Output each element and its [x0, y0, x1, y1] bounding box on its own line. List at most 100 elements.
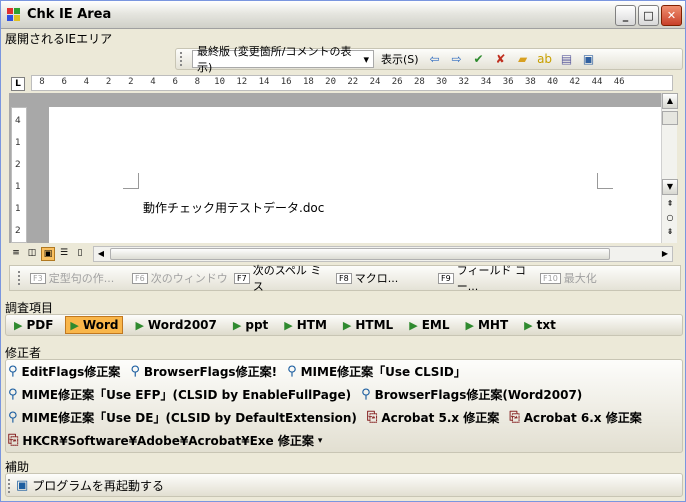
normal-view-icon[interactable]: ≡ — [9, 247, 23, 261]
app-icon — [7, 7, 21, 22]
fixer-button[interactable]: ⚲ MIME修正案「Use DE」(CLSID by DefaultExtensi… — [8, 409, 357, 426]
format-tab-pdf[interactable]: ▶ PDF — [10, 317, 57, 333]
window-icon[interactable]: ▣ — [580, 50, 598, 68]
fixer-button[interactable]: ⚲ MIME修正案「Use EFP」(CLSID by EnableFullPag… — [8, 386, 351, 403]
ruler-tick: 44 — [591, 77, 603, 87]
fkey-button[interactable]: F10 最大化 — [540, 270, 638, 286]
magnifier-icon: ⚲ — [287, 364, 297, 379]
hscroll-thumb[interactable] — [110, 248, 610, 260]
magnifier-icon: ⚲ — [8, 410, 18, 425]
vruler-tick: 1 — [15, 204, 21, 214]
fixer-label: MIME修正案「Use CLSID」 — [300, 365, 466, 379]
fixer-button[interactable]: ⎘ Acrobat 6.x 修正案 — [509, 409, 641, 426]
fixer-button[interactable]: ⚲ EditFlags修正案 — [8, 363, 120, 380]
print-layout-icon[interactable]: ▣ — [41, 247, 55, 261]
reading-layout-icon[interactable]: ▯ — [73, 247, 87, 261]
next-change-icon[interactable]: ⇨ — [448, 50, 466, 68]
accept-change-icon[interactable]: ✔ — [470, 50, 488, 68]
fkey-badge: F6 — [132, 272, 148, 284]
format-tab-label: HTML — [355, 318, 394, 332]
highlight-icon[interactable]: ab — [536, 50, 554, 68]
fkey-button[interactable]: F7 次のスペル ミス — [234, 262, 332, 294]
ruler-tick: 20 — [325, 77, 337, 87]
magnifier-icon: ⚲ — [130, 364, 140, 379]
format-tab-word2007[interactable]: ▶ Word2007 — [131, 317, 220, 333]
format-tab-htm[interactable]: ▶ HTM — [280, 317, 331, 333]
ruler-tick: 10 — [214, 77, 226, 87]
fixer-label: BrowserFlags修正案(Word2007) — [374, 388, 583, 402]
ruler-tick: 4 — [150, 77, 156, 87]
play-icon: ▶ — [135, 318, 144, 332]
next-page-icon[interactable]: ⇟ — [662, 225, 678, 241]
scroll-down-button[interactable]: ▼ — [662, 179, 678, 195]
vruler-tick: 2 — [15, 160, 21, 170]
fixer-button[interactable]: ⎘ Acrobat 5.x 修正案 — [367, 409, 499, 426]
vertical-ruler[interactable]: 4 1 2 1 1 2 — [11, 107, 27, 243]
format-tab-mht[interactable]: ▶ MHT — [461, 317, 512, 333]
scroll-up-button[interactable]: ▲ — [662, 93, 678, 109]
toolbar-grip[interactable] — [180, 52, 184, 66]
ruler-tick: 6 — [61, 77, 67, 87]
folder-icon[interactable]: ▰ — [514, 50, 532, 68]
format-tab-label: PDF — [26, 318, 54, 332]
ruler-tick: 18 — [302, 77, 314, 87]
toolbar-grip[interactable] — [18, 271, 22, 285]
minimize-button[interactable]: _ — [615, 5, 636, 26]
scroll-right-button[interactable]: ▶ — [658, 247, 672, 261]
show-menu-button[interactable]: 表示(S) — [378, 51, 422, 67]
fixer-row: ⚲ EditFlags修正案 ⚲ BrowserFlags修正案! ⚲ MIME修正案「U… — [6, 360, 682, 383]
fkey-label: マクロ... — [354, 272, 399, 285]
scroll-thumb[interactable] — [662, 111, 678, 125]
fixer-button[interactable]: ⎘ HKCR¥Software¥Adobe¥Acrobat¥Exe 修正案 ▾ — [8, 432, 322, 449]
web-layout-icon[interactable]: ◫ — [25, 247, 39, 261]
ruler-tick: 2 — [128, 77, 134, 87]
fixer-label: EditFlags修正案 — [21, 365, 121, 379]
assist-panel: ▣ プログラムを再起動する — [5, 473, 683, 497]
previous-change-icon[interactable]: ⇦ — [426, 50, 444, 68]
close-button[interactable]: ✕ — [661, 5, 682, 26]
format-tab-eml[interactable]: ▶ EML — [405, 317, 453, 333]
outline-view-icon[interactable]: ☰ — [57, 247, 71, 261]
format-tab-word[interactable]: ▶ Word — [65, 316, 124, 334]
vruler-tick: 4 — [15, 116, 21, 126]
format-tab-ppt[interactable]: ▶ ppt — [229, 317, 272, 333]
fkey-label: 次のウィンドウ — [150, 272, 228, 285]
horizontal-scrollbar[interactable]: ◀ ▶ — [93, 246, 673, 262]
vertical-scrollbar[interactable]: ▲ ▼ ⇞ ○ ⇟ — [661, 93, 678, 243]
ruler-tick: 46 — [613, 77, 625, 87]
maximize-button[interactable]: □ — [638, 5, 659, 26]
fkey-label: 最大化 — [563, 272, 597, 285]
fixer-row: ⚲ MIME修正案「Use EFP」(CLSID by EnableFullPag… — [6, 383, 682, 406]
format-tab-label: HTM — [296, 318, 327, 332]
tab-stop-selector[interactable]: L — [11, 77, 25, 91]
review-pane-icon[interactable]: ▤ — [558, 50, 576, 68]
margin-corner-mark — [597, 173, 613, 189]
format-tab-txt[interactable]: ▶ txt — [520, 317, 560, 333]
document-text[interactable]: 動作チェック用テストデータ.doc — [143, 199, 324, 216]
restart-icon: ▣ — [16, 478, 29, 493]
fkey-label: 定型句の作... — [48, 272, 115, 285]
document-search-icon: ⎘ — [366, 410, 378, 425]
document-page[interactable]: 動作チェック用テストデータ.doc — [49, 107, 669, 243]
ruler-tick: 2 — [105, 77, 112, 87]
format-tab-html[interactable]: ▶ HTML — [339, 317, 397, 333]
restart-button[interactable]: ▣ プログラムを再起動する — [16, 477, 164, 494]
scroll-left-button[interactable]: ◀ — [94, 247, 108, 261]
fixer-button[interactable]: ⚲ BrowserFlags修正案(Word2007) — [361, 386, 582, 403]
fkey-button[interactable]: F8 マクロ... — [336, 270, 434, 286]
ruler-tick: 26 — [391, 77, 403, 87]
function-key-bar: F3 定型句の作... F6 次のウィンドウ F7 次のスペル ミス F8 マクロ... F9 フ… — [9, 262, 681, 294]
fkey-button[interactable]: F6 次のウィンドウ — [132, 270, 230, 286]
title-bar[interactable]: Chk IE Area _ □ ✕ — [1, 1, 685, 29]
ruler-tick: 8 — [194, 77, 201, 87]
fkey-badge: F10 — [540, 272, 561, 284]
fixer-button[interactable]: ⚲ MIME修正案「Use CLSID」 — [287, 363, 466, 380]
reject-change-icon[interactable]: ✘ — [492, 50, 510, 68]
fixer-button[interactable]: ⚲ BrowserFlags修正案! — [130, 363, 277, 380]
fkey-badge: F7 — [234, 272, 250, 284]
toolbar-grip[interactable] — [8, 478, 12, 493]
view-select[interactable]: 最終版 (変更箇所/コメントの表示) ▾ — [192, 45, 374, 74]
fkey-button[interactable]: F9 フィールド コー... — [438, 262, 536, 294]
fkey-button[interactable]: F3 定型句の作... — [30, 270, 128, 286]
horizontal-ruler[interactable]: 8 6 4 2 2 4 6 8 10 12 14 16 18 20 22 24 26 28 30 32 34 36 38 40… — [31, 75, 673, 91]
